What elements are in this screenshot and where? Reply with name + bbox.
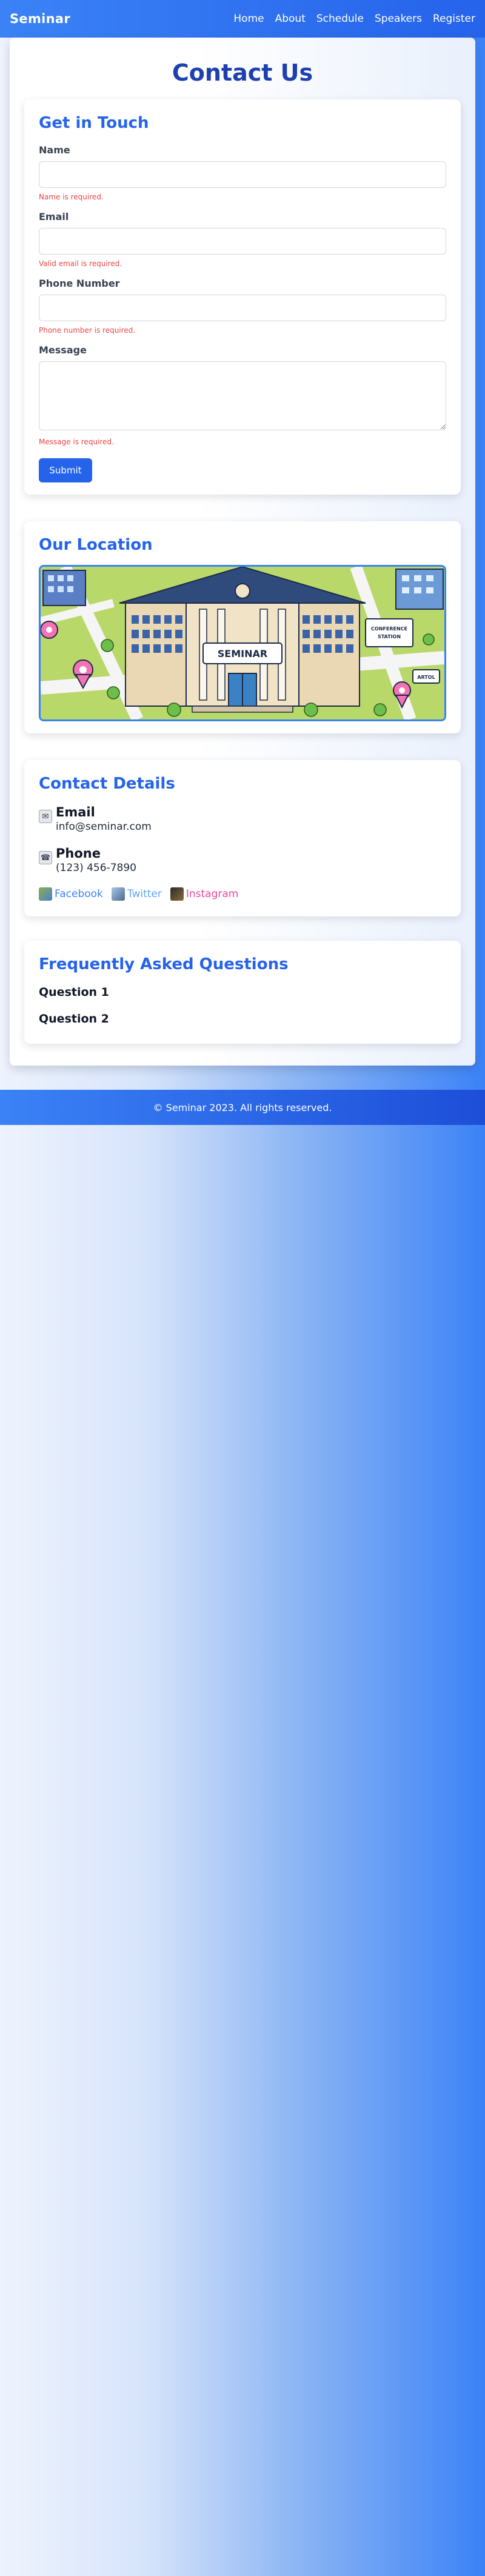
twitter-label: Twitter [127, 888, 162, 900]
faq-title: Frequently Asked Questions [39, 955, 289, 973]
email-detail-title: Email [56, 805, 95, 819]
name-input[interactable] [39, 161, 446, 188]
phone-detail-value[interactable]: (123) 456-7890 [56, 862, 136, 874]
nav-link-home[interactable]: Home [233, 13, 264, 25]
location-card: Our Location SEMINAR CONFERENCE STATION … [24, 521, 461, 733]
map-illustration: SEMINAR CONFERENCE STATION ARTOL [41, 567, 444, 719]
name-label: Name [39, 144, 70, 156]
email-label: Email [39, 211, 69, 222]
phone-icon: ☎ [39, 851, 52, 864]
nav-link-schedule[interactable]: Schedule [316, 13, 364, 25]
faq-question-1[interactable]: Question 1 [39, 986, 109, 999]
email-icon: ✉ [39, 810, 52, 823]
faq-question-2[interactable]: Question 2 [39, 1012, 109, 1026]
map-sign-seminar: SEMINAR [218, 648, 267, 659]
twitter-link[interactable]: Twitter [111, 887, 162, 901]
phone-label: Phone Number [39, 278, 120, 289]
svg-text:ARTOL: ARTOL [417, 675, 435, 680]
svg-text:STATION: STATION [378, 634, 401, 639]
phone-detail-title: Phone [56, 846, 101, 861]
location-title: Our Location [39, 536, 153, 554]
social-links: Facebook Twitter Instagram [39, 887, 238, 901]
nav-links: Home About Schedule Speakers Register [222, 13, 475, 25]
instagram-label: Instagram [186, 888, 239, 900]
nav-link-register[interactable]: Register [433, 13, 475, 25]
footer: © Seminar 2023. All rights reserved. [0, 1090, 485, 1125]
nav-link-about[interactable]: About [275, 13, 306, 25]
instagram-icon [170, 887, 184, 901]
facebook-icon [39, 887, 52, 901]
phone-input[interactable] [39, 295, 446, 321]
email-detail-value[interactable]: info@seminar.com [56, 821, 152, 833]
phone-detail: ☎ Phone (123) 456-7890 [39, 846, 136, 874]
email-detail: ✉ Email info@seminar.com [39, 805, 152, 833]
nav-link-speakers[interactable]: Speakers [375, 13, 422, 25]
faq-card: Frequently Asked Questions Question 1 Qu… [24, 941, 461, 1044]
footer-text: © Seminar 2023. All rights reserved. [153, 1101, 332, 1113]
page-title: Contact Us [172, 59, 313, 86]
twitter-icon [111, 887, 125, 901]
contact-details-title: Contact Details [39, 775, 175, 793]
facebook-link[interactable]: Facebook [39, 887, 103, 901]
email-input[interactable] [39, 228, 446, 255]
contact-form-card: Get in Touch Name Name is required. Emai… [24, 99, 461, 495]
navbar: Seminar Home About Schedule Speakers Reg… [0, 0, 485, 38]
location-map[interactable]: SEMINAR CONFERENCE STATION ARTOL [39, 565, 446, 721]
email-error: Valid email is required. [39, 259, 122, 268]
instagram-link[interactable]: Instagram [170, 887, 239, 901]
submit-button[interactable]: Submit [39, 458, 92, 482]
brand-logo[interactable]: Seminar [10, 12, 70, 26]
main-container: Contact Us Get in Touch Name Name is req… [10, 38, 475, 1066]
form-title: Get in Touch [39, 114, 149, 132]
contact-details-card: Contact Details ✉ Email info@seminar.com… [24, 760, 461, 916]
name-error: Name is required. [39, 193, 104, 201]
message-textarea[interactable] [39, 361, 446, 430]
facebook-label: Facebook [55, 888, 103, 900]
message-label: Message [39, 344, 87, 356]
phone-error: Phone number is required. [39, 326, 136, 335]
message-error: Message is required. [39, 438, 114, 446]
map-pin-left-top [41, 621, 58, 639]
svg-text:CONFERENCE: CONFERENCE [371, 626, 407, 632]
